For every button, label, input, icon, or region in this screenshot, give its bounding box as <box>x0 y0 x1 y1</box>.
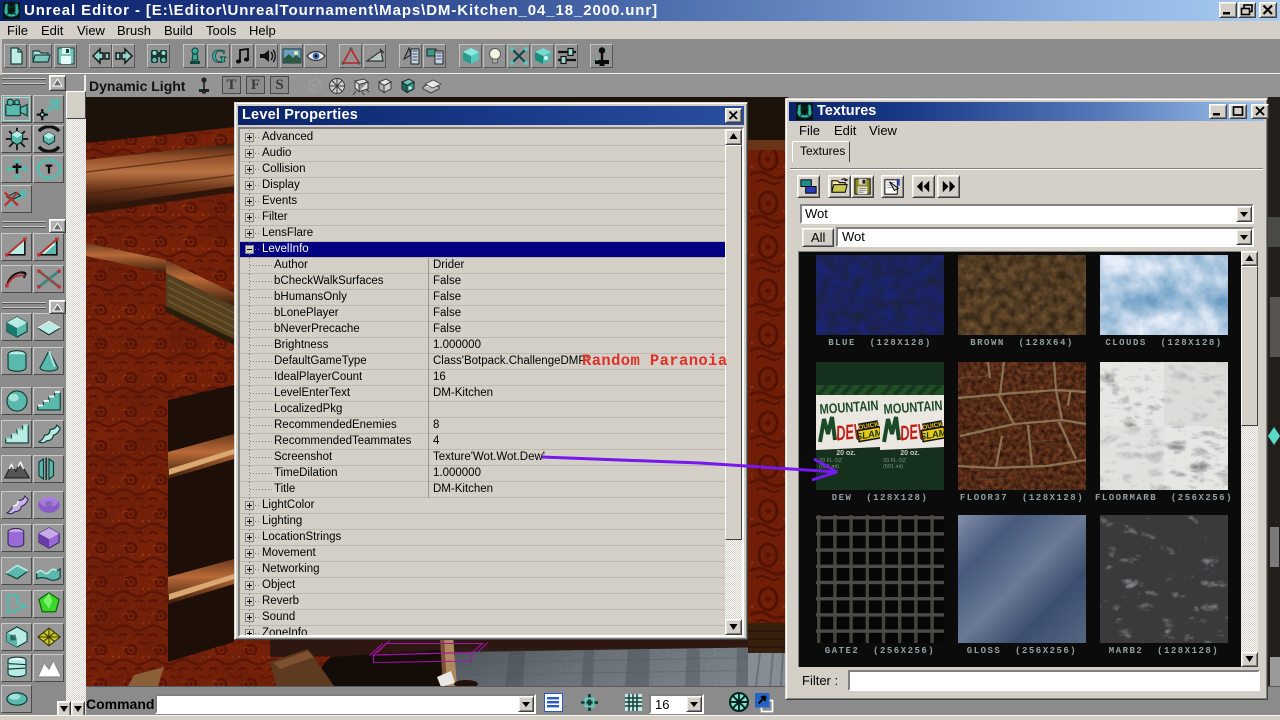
svg-text:20 oz.: 20 oz. <box>900 450 920 457</box>
svg-text:(591 ml): (591 ml) <box>883 464 903 470</box>
svg-text:G: G <box>212 47 227 68</box>
svg-text:(591 ml): (591 ml) <box>819 464 839 470</box>
svg-text:20 oz.: 20 oz. <box>836 450 856 457</box>
